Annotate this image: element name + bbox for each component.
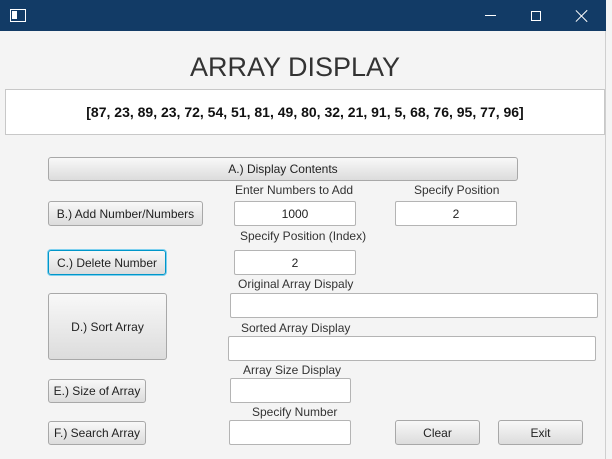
array-display-box: [87, 23, 89, 23, 72, 54, 51, 81, 49, 80,…	[5, 89, 605, 135]
sorted-array-label: Sorted Array Display	[241, 321, 351, 335]
title-bar	[0, 0, 606, 31]
search-array-button[interactable]: F.) Search Array	[48, 421, 146, 445]
search-number-input[interactable]	[229, 420, 351, 445]
delete-index-input[interactable]	[234, 250, 356, 275]
sorted-array-field[interactable]	[228, 336, 596, 361]
specify-number-label: Specify Number	[252, 405, 338, 419]
page-title: ARRAY DISPLAY	[189, 52, 401, 82]
exit-button[interactable]: Exit	[498, 420, 583, 445]
array-size-field[interactable]	[230, 378, 351, 403]
sort-array-button[interactable]: D.) Sort Array	[48, 293, 167, 360]
add-numbers-button[interactable]: B.) Add Number/Numbers	[48, 201, 203, 226]
size-of-array-button[interactable]: E.) Size of Array	[48, 379, 146, 403]
array-size-label: Array Size Display	[243, 363, 342, 377]
original-array-field[interactable]	[230, 293, 598, 318]
minimize-button[interactable]	[467, 0, 513, 31]
maximize-icon	[531, 10, 541, 21]
close-icon	[576, 10, 588, 22]
specify-position-index-label: Specify Position (Index)	[240, 229, 367, 243]
display-contents-button[interactable]: A.) Display Contents	[48, 157, 518, 181]
array-display-text: [87, 23, 89, 23, 72, 54, 51, 81, 49, 80,…	[86, 104, 524, 120]
app-window: ARRAY DISPLAY [87, 23, 89, 23, 72, 54, 5…	[0, 0, 606, 459]
minimize-icon	[484, 15, 496, 16]
enter-numbers-label: Enter Numbers to Add	[235, 183, 354, 197]
clear-button[interactable]: Clear	[395, 420, 480, 445]
app-window-icon	[10, 9, 26, 22]
delete-number-button[interactable]: C.) Delete Number	[48, 250, 166, 275]
maximize-button[interactable]	[513, 0, 559, 31]
position-input[interactable]	[395, 201, 517, 226]
close-button[interactable]	[559, 0, 605, 31]
numbers-to-add-input[interactable]	[234, 201, 356, 226]
specify-position-label: Specify Position	[414, 183, 500, 197]
original-array-label: Original Array Dispaly	[238, 277, 354, 291]
